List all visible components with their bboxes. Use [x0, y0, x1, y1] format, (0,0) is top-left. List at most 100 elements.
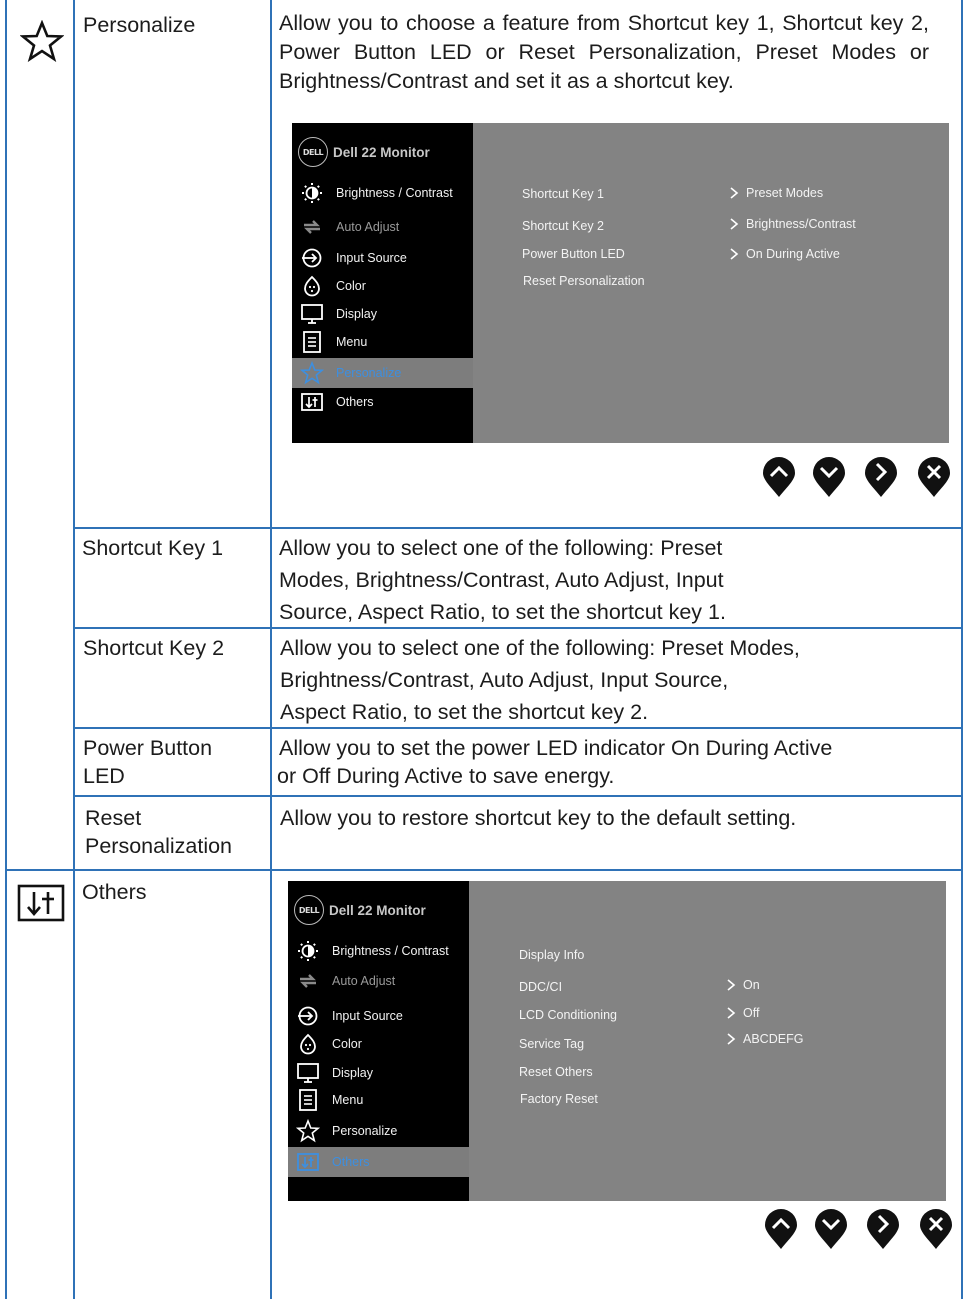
osd-menu-item-label: Color: [336, 279, 366, 293]
osd-menu-item[interactable]: Personalize: [292, 358, 473, 388]
exit-button[interactable]: [918, 1207, 954, 1251]
osd-menu-item[interactable]: Color: [288, 1030, 469, 1058]
osd-value: ABCDEFG: [724, 1032, 803, 1046]
label-line: Reset: [85, 806, 142, 830]
color-icon: [297, 273, 327, 299]
osd-header: DELL Dell 22 Monitor: [294, 895, 426, 925]
osd-menu-item[interactable]: Menu: [288, 1086, 469, 1114]
osd-option[interactable]: LCD Conditioning: [519, 1008, 617, 1022]
display-icon: [293, 1060, 323, 1086]
osd-option[interactable]: DDC/CI: [519, 980, 562, 994]
description-line: Source, Aspect Ratio, to set the shortcu…: [279, 600, 726, 624]
osd-title: Dell 22 Monitor: [329, 902, 426, 918]
osd-menu-item[interactable]: Personalize: [288, 1117, 469, 1145]
osd-screen-others: DELL Dell 22 Monitor Brightness / Contra…: [288, 881, 946, 1201]
osd-value: Off: [724, 1006, 759, 1020]
description-line: Allow you to set the power LED indicator…: [279, 736, 833, 760]
osd-value-text: On During Active: [746, 247, 840, 261]
table-border-col2: [270, 0, 272, 1299]
input-source-icon: [297, 245, 327, 271]
osd-menu-item[interactable]: Brightness / Contrast: [288, 937, 469, 965]
osd-menu-item-label: Color: [332, 1037, 362, 1051]
osd-menu-item-label: Brightness / Contrast: [336, 186, 453, 200]
input-source-icon: [293, 1003, 323, 1029]
down-button[interactable]: [811, 455, 847, 499]
color-icon: [293, 1031, 323, 1057]
osd-header: DELL Dell 22 Monitor: [298, 137, 430, 167]
osd-menu-item[interactable]: Input Source: [292, 244, 473, 272]
next-button[interactable]: [865, 1207, 901, 1251]
osd-screen-personalize: DELL Dell 22 Monitor Brightness / Contra…: [292, 123, 949, 443]
up-button[interactable]: [763, 1207, 799, 1251]
shortcut-key-2-label: Shortcut Key 2: [83, 636, 225, 660]
osd-option[interactable]: Service Tag: [519, 1037, 584, 1051]
osd-menu-item[interactable]: Auto Adjust: [292, 213, 473, 241]
brightness-icon: [293, 938, 323, 964]
osd-option[interactable]: Reset Others: [519, 1065, 593, 1079]
others-icon: [17, 884, 65, 927]
osd-value-text: Brightness/Contrast: [746, 217, 856, 231]
osd-menu-item-label: Others: [332, 1155, 370, 1169]
osd-menu-item[interactable]: Others: [288, 1147, 469, 1177]
shortcut-key-1-description: Allow you to select one of the following…: [279, 532, 726, 628]
osd-option[interactable]: Shortcut Key 2: [522, 219, 604, 233]
power-button-led-description: Allow you to set the power LED indicator…: [277, 734, 832, 790]
exit-button[interactable]: [916, 455, 952, 499]
up-button[interactable]: [761, 455, 797, 499]
auto-adjust-icon: [297, 214, 327, 240]
others-icon: [293, 1149, 323, 1175]
star-icon: [19, 19, 65, 67]
shortcut-key-2-description: Allow you to select one of the following…: [280, 632, 800, 728]
label-line: LED: [83, 764, 125, 788]
reset-personalization-description: Allow you to restore shortcut key to the…: [280, 806, 797, 830]
chevron-right-icon: [727, 979, 736, 991]
table-border-col1: [73, 0, 75, 1299]
osd-menu-item-label: Display: [336, 307, 377, 321]
osd-menu-item[interactable]: Display: [288, 1059, 469, 1087]
osd-option[interactable]: Reset Personalization: [523, 274, 645, 288]
shortcut-key-1-label: Shortcut Key 1: [82, 536, 224, 560]
osd-value: On During Active: [727, 247, 840, 261]
osd-value: Preset Modes: [727, 186, 823, 200]
osd-menu-item-label: Personalize: [332, 1124, 398, 1138]
osd-menu-item-label: Auto Adjust: [336, 220, 400, 234]
menu-icon: [297, 329, 327, 355]
osd-menu-item-label: Display: [332, 1066, 373, 1080]
osd-menu-item[interactable]: Input Source: [288, 1002, 469, 1030]
osd-menu-item[interactable]: Others: [292, 388, 473, 416]
osd-menu-item[interactable]: Menu: [292, 328, 473, 356]
osd-option[interactable]: Factory Reset: [520, 1092, 598, 1106]
osd-menu-item-label: Personalize: [336, 366, 402, 380]
personalize-description: Allow you to choose a feature from Short…: [279, 11, 929, 93]
power-button-led-label: Power Button LED: [83, 734, 212, 790]
description-line: Brightness/Contrast, Auto Adjust, Input …: [280, 668, 729, 692]
description-line: Allow you to select one of the following…: [280, 636, 800, 660]
next-button[interactable]: [863, 455, 899, 499]
osd-menu-item[interactable]: Brightness / Contrast: [292, 179, 473, 207]
osd-option[interactable]: Display Info: [519, 948, 584, 962]
down-button[interactable]: [813, 1207, 849, 1251]
description-line: or Off During Active to save energy.: [277, 764, 615, 788]
osd-menu-item-label: Auto Adjust: [332, 974, 396, 988]
osd-menu-item[interactable]: Display: [292, 300, 473, 328]
osd-option[interactable]: Power Button LED: [522, 247, 625, 261]
osd-menu-item-label: Menu: [336, 335, 368, 349]
chevron-right-icon: [727, 1033, 736, 1045]
description-line: Allow you to select one of the following…: [279, 536, 723, 560]
row-divider: [73, 527, 963, 529]
star-icon: [297, 360, 327, 386]
osd-menu-item-label: Input Source: [336, 251, 407, 265]
osd-value-text: Preset Modes: [746, 186, 824, 200]
osd-option[interactable]: Shortcut Key 1: [522, 187, 604, 201]
osd-menu-item[interactable]: Color: [292, 272, 473, 300]
star-icon: [293, 1118, 323, 1144]
osd-menu-item[interactable]: Auto Adjust: [288, 967, 469, 995]
dell-logo: DELL: [294, 895, 324, 925]
row-divider: [73, 795, 963, 797]
reset-personalization-label: Reset Personalization: [85, 804, 232, 860]
display-icon: [297, 301, 327, 327]
menu-icon: [293, 1087, 323, 1113]
osd-menu-item-label: Input Source: [332, 1009, 403, 1023]
osd-menu-item-label: Brightness / Contrast: [332, 944, 449, 958]
personalize-label: Personalize: [83, 13, 196, 37]
